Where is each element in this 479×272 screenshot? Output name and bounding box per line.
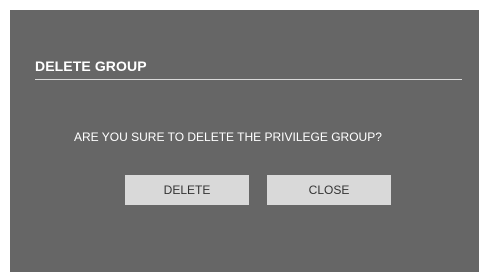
dialog-title: DELETE GROUP (35, 58, 147, 74)
title-divider (35, 79, 462, 80)
confirmation-message: ARE YOU SURE TO DELETE THE PRIVILEGE GRO… (74, 130, 382, 144)
delete-group-dialog: DELETE GROUP ARE YOU SURE TO DELETE THE … (10, 10, 479, 272)
delete-button[interactable]: DELETE (125, 175, 249, 205)
close-button[interactable]: CLOSE (267, 175, 391, 205)
